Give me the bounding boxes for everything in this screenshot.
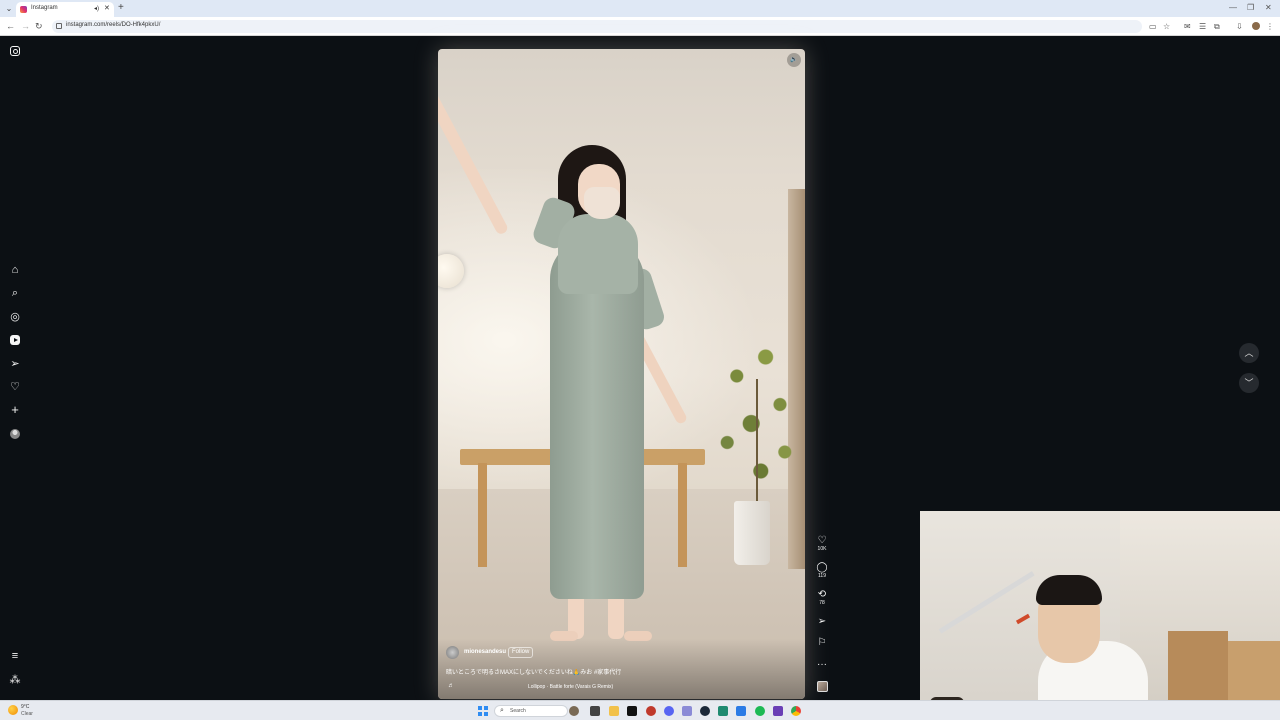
back-icon[interactable]: ← [6, 21, 15, 31]
compass-icon[interactable]: ◎ [9, 311, 21, 323]
tab-close-icon[interactable]: ✕ [104, 4, 110, 12]
app-icon[interactable] [646, 706, 656, 716]
new-tab-button[interactable]: + [118, 2, 124, 13]
discord-icon[interactable] [664, 706, 674, 716]
app-icon[interactable] [569, 706, 579, 716]
chevron-up-icon: ︿ [1244, 348, 1254, 358]
restore-icon[interactable]: ❐ [1247, 3, 1254, 12]
close-window-icon[interactable]: ✕ [1265, 3, 1272, 12]
weather-desc[interactable]: Clear [21, 711, 33, 717]
author-avatar[interactable] [446, 646, 459, 659]
comment-icon: ◯ [816, 562, 828, 573]
app-icon[interactable] [682, 706, 692, 716]
chevron-down-icon: ﹀ [1244, 378, 1254, 388]
search-icon: ⌕ [500, 707, 504, 714]
comment-button[interactable]: ◯ 119 [812, 562, 832, 580]
search-icon[interactable]: ⌕ [9, 287, 21, 299]
next-reel-button[interactable]: ﹀ [1239, 373, 1259, 393]
sidebar-profile-avatar[interactable] [10, 429, 20, 439]
heart-icon: ♡ [817, 535, 827, 546]
address-bar-row: ← → ↻ instagram.com/reels/DO-Hfk4pkxU/ ▭… [0, 17, 1280, 36]
app-icon[interactable] [736, 706, 746, 716]
weather-temp[interactable]: 9°C [21, 704, 29, 710]
like-button[interactable]: ♡ 10K [812, 535, 832, 553]
bookmark-icon: ⚐ [817, 637, 827, 648]
more-options-button[interactable]: ··· [812, 659, 832, 670]
reel-video[interactable]: 🔈 mionesandesu Follow 暗いところで明るさMAXにしないでく… [438, 49, 805, 699]
steam-icon[interactable] [700, 706, 710, 716]
reels-icon[interactable] [10, 335, 20, 345]
like-count: 10K [817, 546, 827, 552]
send-icon: ➢ [817, 616, 827, 627]
mute-icon[interactable]: 🔈 [787, 53, 801, 67]
home-icon[interactable]: ⌂ [9, 264, 21, 276]
reel-caption: 暗いところで明るさMAXにしないでくださいね🙏みお #家事代行 [446, 670, 622, 676]
file-explorer-icon[interactable] [609, 706, 619, 716]
downloads-icon[interactable]: ⇩ [1236, 22, 1243, 31]
reading-list-icon[interactable]: ☰ [1199, 22, 1206, 31]
more-menu-icon[interactable]: ≡ [9, 650, 21, 662]
audio-thumbnail[interactable] [817, 681, 828, 692]
url-text[interactable]: instagram.com/reels/DO-Hfk4pkxU/ [66, 22, 160, 28]
extension-icon[interactable]: ✉ [1184, 22, 1191, 31]
menu-icon[interactable]: ⋮ [1266, 22, 1274, 31]
spotify-icon[interactable] [755, 706, 765, 716]
save-button[interactable]: ⚐ [812, 637, 832, 648]
author-name[interactable]: mionesandesu [464, 649, 506, 655]
tab-audio-icon[interactable]: ◂) [94, 5, 99, 12]
chrome-icon[interactable] [791, 706, 801, 716]
cast-icon[interactable]: ▭ [1149, 22, 1157, 31]
site-info-icon[interactable] [56, 23, 62, 29]
send-icon[interactable]: ➢ [9, 358, 21, 370]
plant-pot [734, 501, 770, 565]
comment-count: 119 [818, 573, 826, 579]
previous-reel-button[interactable]: ︿ [1239, 343, 1259, 363]
reload-icon[interactable]: ↻ [35, 21, 43, 31]
app-icon[interactable] [627, 706, 637, 716]
browser-tab[interactable]: Instagram ◂) ✕ [16, 2, 114, 17]
app-icon[interactable] [718, 706, 728, 716]
instagram-favicon-icon [20, 6, 27, 13]
repost-icon: ⟲ [817, 589, 827, 600]
search-label: Search [510, 708, 526, 714]
browser-tab-strip: ⌄ Instagram ◂) ✕ + — ❐ ✕ [0, 0, 1280, 17]
follow-button[interactable]: Follow [508, 647, 534, 658]
taskbar-search[interactable]: ⌕ Search [494, 705, 568, 717]
taskbar: 9°C Clear ⌕ Search [0, 700, 1280, 720]
app-icon[interactable] [773, 706, 783, 716]
forward-icon[interactable]: → [21, 21, 30, 31]
heart-icon[interactable]: ♡ [9, 381, 21, 393]
music-icon: ♬ [448, 683, 454, 689]
task-view-icon[interactable] [590, 706, 600, 716]
profile-avatar[interactable] [1252, 22, 1260, 30]
star-icon[interactable]: ☆ [1163, 22, 1170, 31]
webcam-overlay [920, 511, 1280, 720]
tab-list-icon[interactable]: ⌄ [4, 4, 14, 13]
puzzle-icon[interactable]: ⧉ [1214, 22, 1220, 31]
repost-count: 78 [819, 600, 825, 606]
minimize-icon[interactable]: — [1229, 3, 1237, 12]
audio-track[interactable]: Lollipop · Battle forte (Varais G Remix) [528, 684, 613, 690]
threads-icon[interactable]: ⁂ [9, 674, 21, 686]
more-icon: ··· [817, 659, 827, 670]
repost-button[interactable]: ⟲ 78 [812, 589, 832, 607]
weather-icon[interactable] [8, 705, 18, 715]
windows-start-icon[interactable] [478, 706, 488, 716]
url-field[interactable]: instagram.com/reels/DO-Hfk4pkxU/ [52, 20, 1142, 33]
plus-icon[interactable]: + [9, 403, 21, 416]
share-button[interactable]: ➢ [812, 616, 832, 627]
tab-title: Instagram [31, 5, 58, 11]
instagram-logo-icon[interactable] [10, 46, 20, 56]
